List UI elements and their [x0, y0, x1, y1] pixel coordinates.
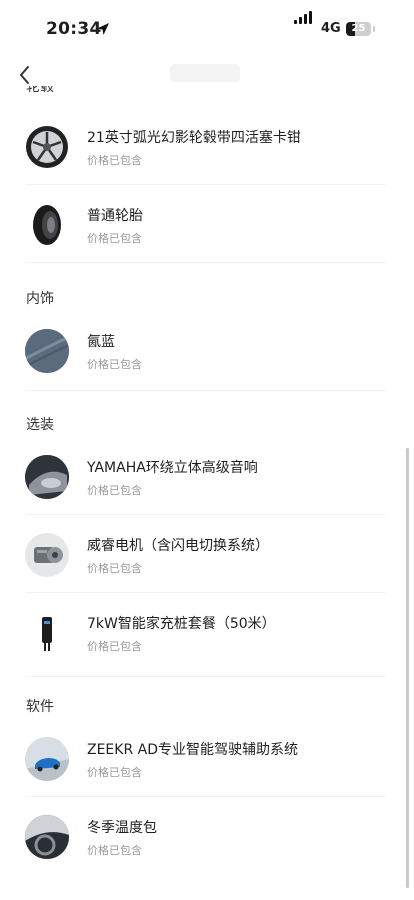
steering-wheel-icon [25, 815, 69, 859]
divider [26, 676, 386, 677]
item-name: 冬季温度包 [87, 820, 157, 836]
tire-icon [25, 203, 69, 247]
battery-level: 25 [351, 23, 366, 34]
divider [26, 796, 386, 797]
item-price-status: 价格已包含 [87, 844, 142, 857]
item-name: 氤蓝 [87, 334, 115, 350]
list-item-charger[interactable]: 7kW智能家充桩套餐（50米） 价格已包含 [0, 598, 400, 668]
section-title-software: 软件 [26, 699, 54, 715]
interior-swatch-icon [25, 329, 69, 373]
battery-icon: 25 [346, 22, 375, 36]
item-name: ZEEKR AD专业智能驾驶辅助系统 [87, 742, 298, 758]
list-item-motor[interactable]: 威睿电机（含闪电切换系统） 价格已包含 [0, 520, 400, 590]
section-title-options: 选装 [26, 417, 54, 433]
divider [26, 592, 386, 593]
item-price-status: 价格已包含 [87, 562, 142, 575]
item-price-status: 价格已包含 [87, 232, 142, 245]
list-item-speaker[interactable]: YAMAHA环绕立体高级音响 价格已包含 [0, 442, 400, 512]
item-price-status: 价格已包含 [87, 358, 142, 371]
car-icon [25, 737, 69, 781]
motor-icon [25, 533, 69, 577]
item-name: 7kW智能家充桩套餐（50米） [87, 616, 276, 632]
list-item-winter-package[interactable]: 冬季温度包 价格已包含 [0, 802, 400, 872]
section-title-interior: 内饰 [26, 291, 54, 307]
list-item-wheel[interactable]: 21英寸弧光幻影轮毂带四活塞卡钳 价格已包含 [0, 112, 400, 182]
location-arrow-icon [97, 23, 109, 35]
charger-icon [25, 611, 69, 655]
divider [26, 390, 386, 391]
wheel-icon [25, 125, 69, 169]
item-price-status: 价格已包含 [87, 154, 142, 167]
list-item-driver-assist[interactable]: ZEEKR AD专业智能驾驶辅助系统 价格已包含 [0, 724, 400, 794]
divider [26, 514, 386, 515]
item-price-status: 价格已包含 [87, 766, 142, 779]
divider [26, 184, 386, 185]
item-price-status: 价格已包含 [87, 640, 142, 653]
scrollbar[interactable] [406, 448, 409, 888]
item-name: 普通轮胎 [87, 208, 143, 224]
status-time: 20:34 [46, 19, 102, 39]
item-name: 威睿电机（含闪电切换系统） [87, 538, 269, 554]
network-type: 4G [321, 21, 341, 36]
speaker-icon [25, 455, 69, 499]
item-price-status: 价格已包含 [87, 484, 142, 497]
list-item-interior-color[interactable]: 氤蓝 价格已包含 [0, 316, 400, 386]
divider [26, 262, 386, 263]
section-title-wheels: 轮毂 [26, 86, 54, 95]
item-name: 21英寸弧光幻影轮毂带四活塞卡钳 [87, 130, 301, 146]
page-title-blurred [170, 64, 240, 82]
item-name: YAMAHA环绕立体高级音响 [87, 460, 258, 476]
list-item-tire[interactable]: 普通轮胎 价格已包含 [0, 190, 400, 260]
status-bar: 20:34 4G 25 [0, 0, 414, 56]
